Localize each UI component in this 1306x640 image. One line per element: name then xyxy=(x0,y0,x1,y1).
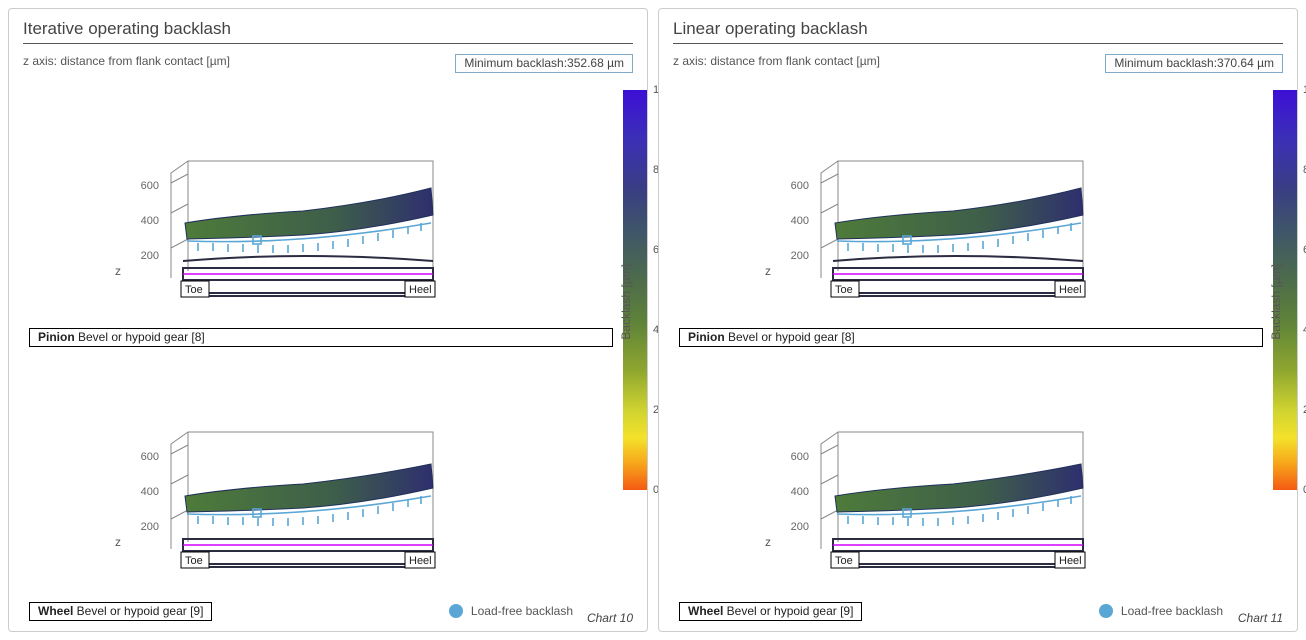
z-axis-note: z axis: distance from flank contact [µm] xyxy=(23,54,230,68)
z-tick: 400 xyxy=(141,486,159,498)
toe-label: Toe xyxy=(835,555,853,567)
z-tick: 200 xyxy=(791,521,809,533)
panel-subheader: z axis: distance from flank contact [µm]… xyxy=(23,54,633,76)
surface-plot: Toe Heel xyxy=(803,153,1113,328)
panel-subheader: z axis: distance from flank contact [µm]… xyxy=(673,54,1283,76)
legend-marker-icon xyxy=(449,604,463,618)
plot-area: z 600 400 200 xyxy=(673,90,1263,328)
colorbar: 1000 800 600 400 200 0 Backlash [µm] xyxy=(1273,90,1283,623)
facet-label-pinion: Pinion Bevel or hypoid gear [8] xyxy=(679,328,1263,347)
plot-column: z 600 400 200 xyxy=(673,90,1263,623)
facet-wheel: z 600 400 200 xyxy=(23,357,613,624)
heel-label: Heel xyxy=(409,284,432,296)
z-tick: 600 xyxy=(141,180,159,192)
chart-index: Chart 10 xyxy=(587,611,633,625)
colorbar: 1000 800 600 400 200 0 Backlash [µm] xyxy=(623,90,633,623)
z-tick: 400 xyxy=(791,486,809,498)
legend-marker-icon xyxy=(1099,604,1113,618)
toe-label: Toe xyxy=(835,284,853,296)
facet-label-wheel: Wheel Bevel or hypoid gear [9] xyxy=(29,602,212,621)
z-ticks: 600 400 200 xyxy=(769,136,809,276)
heel-label: Heel xyxy=(1059,555,1082,567)
min-backlash-badge: Minimum backlash:352.68 µm xyxy=(455,54,633,73)
legend-label: Load-free backlash xyxy=(471,604,573,618)
surface-plot: Toe Heel xyxy=(153,153,463,328)
z-tick: 400 xyxy=(141,215,159,227)
z-tick: 600 xyxy=(791,180,809,192)
chart-index: Chart 11 xyxy=(1238,611,1283,625)
title-rule xyxy=(673,43,1283,44)
chart-pair: Iterative operating backlash z axis: dis… xyxy=(0,0,1306,640)
z-tick: 400 xyxy=(791,215,809,227)
toe-label: Toe xyxy=(185,284,203,296)
facet-footer: Wheel Bevel or hypoid gear [9] Load-free… xyxy=(23,599,613,623)
title-rule xyxy=(23,43,633,44)
heel-label: Heel xyxy=(1059,284,1082,296)
legend-label: Load-free backlash xyxy=(1121,604,1223,618)
panel-linear: Linear operating backlash z axis: distan… xyxy=(658,8,1298,632)
min-backlash-badge: Minimum backlash:370.64 µm xyxy=(1105,54,1283,73)
facet-pinion: z 600 400 200 xyxy=(673,90,1263,357)
z-tick: 200 xyxy=(141,250,159,262)
panel-iterative: Iterative operating backlash z axis: dis… xyxy=(8,8,648,632)
z-ticks: 600 400 200 xyxy=(769,407,809,547)
z-tick: 200 xyxy=(791,250,809,262)
z-tick: 600 xyxy=(791,451,809,463)
panel-title: Iterative operating backlash xyxy=(23,19,633,39)
z-ticks: 600 400 200 xyxy=(119,407,159,547)
colorbar-label: Backlash [µm] xyxy=(1269,264,1283,340)
plot-area: z 600 400 200 xyxy=(23,90,613,328)
toe-label: Toe xyxy=(185,555,203,567)
z-axis-note: z axis: distance from flank contact [µm] xyxy=(673,54,880,68)
heel-label: Heel xyxy=(409,555,432,567)
colorbar-label: Backlash [µm] xyxy=(619,264,633,340)
colorbar-ticks: 1000 800 600 400 200 0 xyxy=(1297,90,1306,490)
plot-column: z 600 400 200 xyxy=(23,90,613,623)
panel-title: Linear operating backlash xyxy=(673,19,1283,39)
surface-plot: Toe Heel xyxy=(153,424,463,599)
panel-body: z 600 400 200 xyxy=(23,90,633,623)
surface-plot: Toe Heel xyxy=(803,424,1113,599)
panel-body: z 600 400 200 xyxy=(673,90,1283,623)
plot-area: z 600 400 200 xyxy=(673,357,1263,600)
facet-footer: Wheel Bevel or hypoid gear [9] Load-free… xyxy=(673,599,1263,623)
facet-label-pinion: Pinion Bevel or hypoid gear [8] xyxy=(29,328,613,347)
z-ticks: 600 400 200 xyxy=(119,136,159,276)
z-tick: 600 xyxy=(141,451,159,463)
z-tick: 200 xyxy=(141,521,159,533)
facet-label-wheel: Wheel Bevel or hypoid gear [9] xyxy=(679,602,862,621)
plot-area: z 600 400 200 xyxy=(23,357,613,600)
facet-pinion: z 600 400 200 xyxy=(23,90,613,357)
facet-wheel: z 600 400 200 xyxy=(673,357,1263,624)
